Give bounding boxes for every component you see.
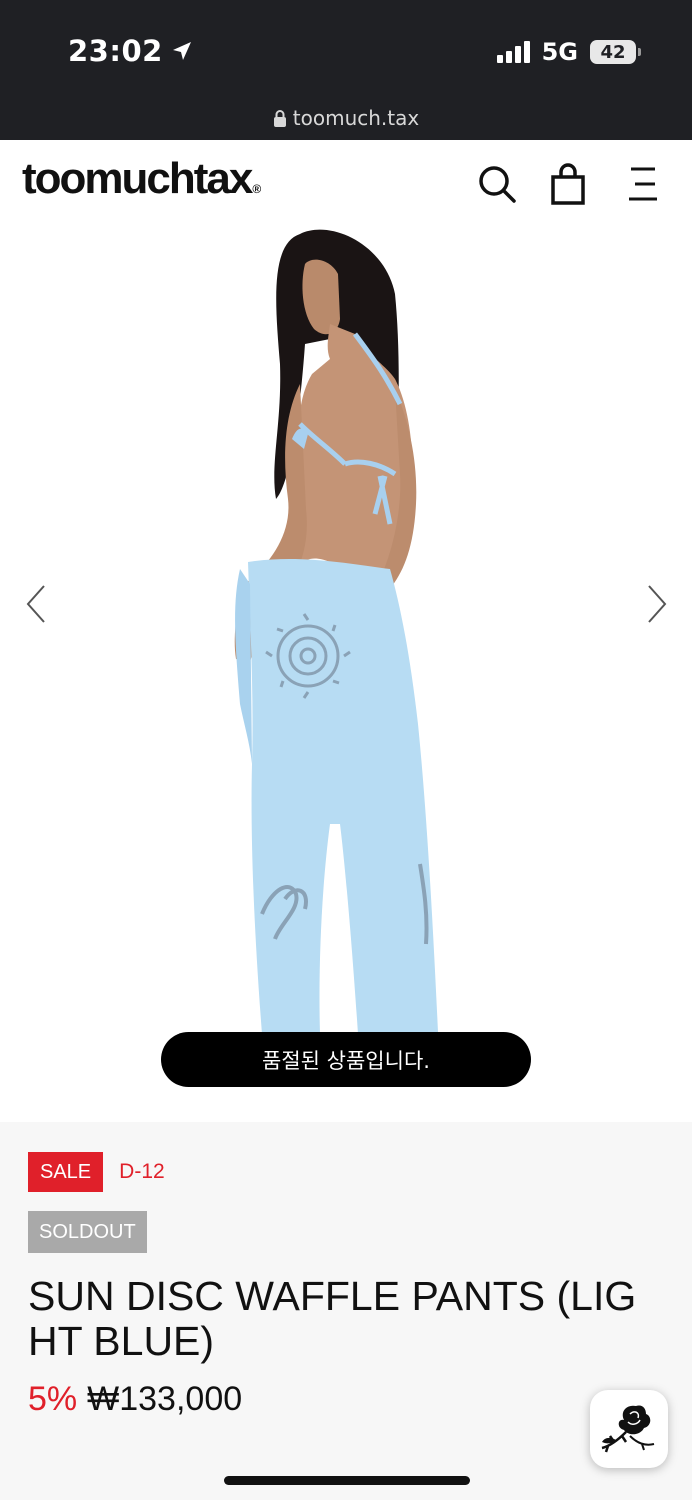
url-text: toomuch.tax xyxy=(292,106,420,130)
home-indicator xyxy=(224,1476,470,1485)
lock-icon xyxy=(273,110,286,127)
gallery-next-button[interactable] xyxy=(642,582,672,626)
rose-icon xyxy=(601,1405,655,1453)
status-bar: 23:02 5G 42 xyxy=(0,0,692,100)
signal-icon xyxy=(496,41,530,63)
status-time: 23:02 xyxy=(68,34,193,68)
badge-row: SALE D-12 xyxy=(28,1152,165,1192)
d-day-label: D-12 xyxy=(119,1160,165,1183)
discount-rate: 5% xyxy=(28,1380,78,1418)
chevron-left-icon xyxy=(26,585,45,623)
battery-level: 42 xyxy=(600,41,626,63)
chevron-right-icon xyxy=(648,585,667,623)
cart-icon xyxy=(551,163,585,205)
sale-badge: SALE xyxy=(28,1152,104,1192)
soldout-toast: 품절된 상품입니다. xyxy=(161,1032,531,1087)
search-icon xyxy=(479,166,516,203)
product-info: SALE D-12 SOLDOUT SUN DISC WAFFLE PANTS … xyxy=(0,1122,692,1500)
logo-registered-mark: ® xyxy=(252,182,262,196)
soldout-badge: SOLDOUT xyxy=(28,1211,147,1253)
search-button[interactable] xyxy=(476,162,518,206)
status-indicators: 5G 42 xyxy=(496,38,641,66)
logo-text: toomuchtax xyxy=(22,154,253,203)
site-logo[interactable]: toomuchtax® xyxy=(22,154,261,204)
url-display[interactable]: toomuch.tax xyxy=(273,106,419,130)
network-label: 5G xyxy=(541,38,578,66)
battery-icon: 42 xyxy=(590,40,641,64)
time-text: 23:02 xyxy=(68,34,163,68)
product-photo xyxy=(234,229,438,1034)
product-title: SUN DISC WAFFLE PANTS (LIGHT BLUE) xyxy=(28,1273,637,1364)
location-arrow-icon xyxy=(172,42,191,60)
cart-button[interactable] xyxy=(547,162,589,206)
menu-icon xyxy=(629,167,657,201)
price-row: 5% ₩133,000 xyxy=(28,1380,242,1419)
menu-button[interactable] xyxy=(622,162,664,206)
gallery-prev-button[interactable] xyxy=(21,582,51,626)
url-bar[interactable]: toomuch.tax xyxy=(0,100,692,140)
chat-widget-button[interactable] xyxy=(590,1390,668,1468)
product-price: ₩133,000 xyxy=(87,1380,243,1418)
product-gallery[interactable]: 품절된 상품입니다. xyxy=(0,224,692,1122)
site-header: toomuchtax® xyxy=(0,140,692,224)
